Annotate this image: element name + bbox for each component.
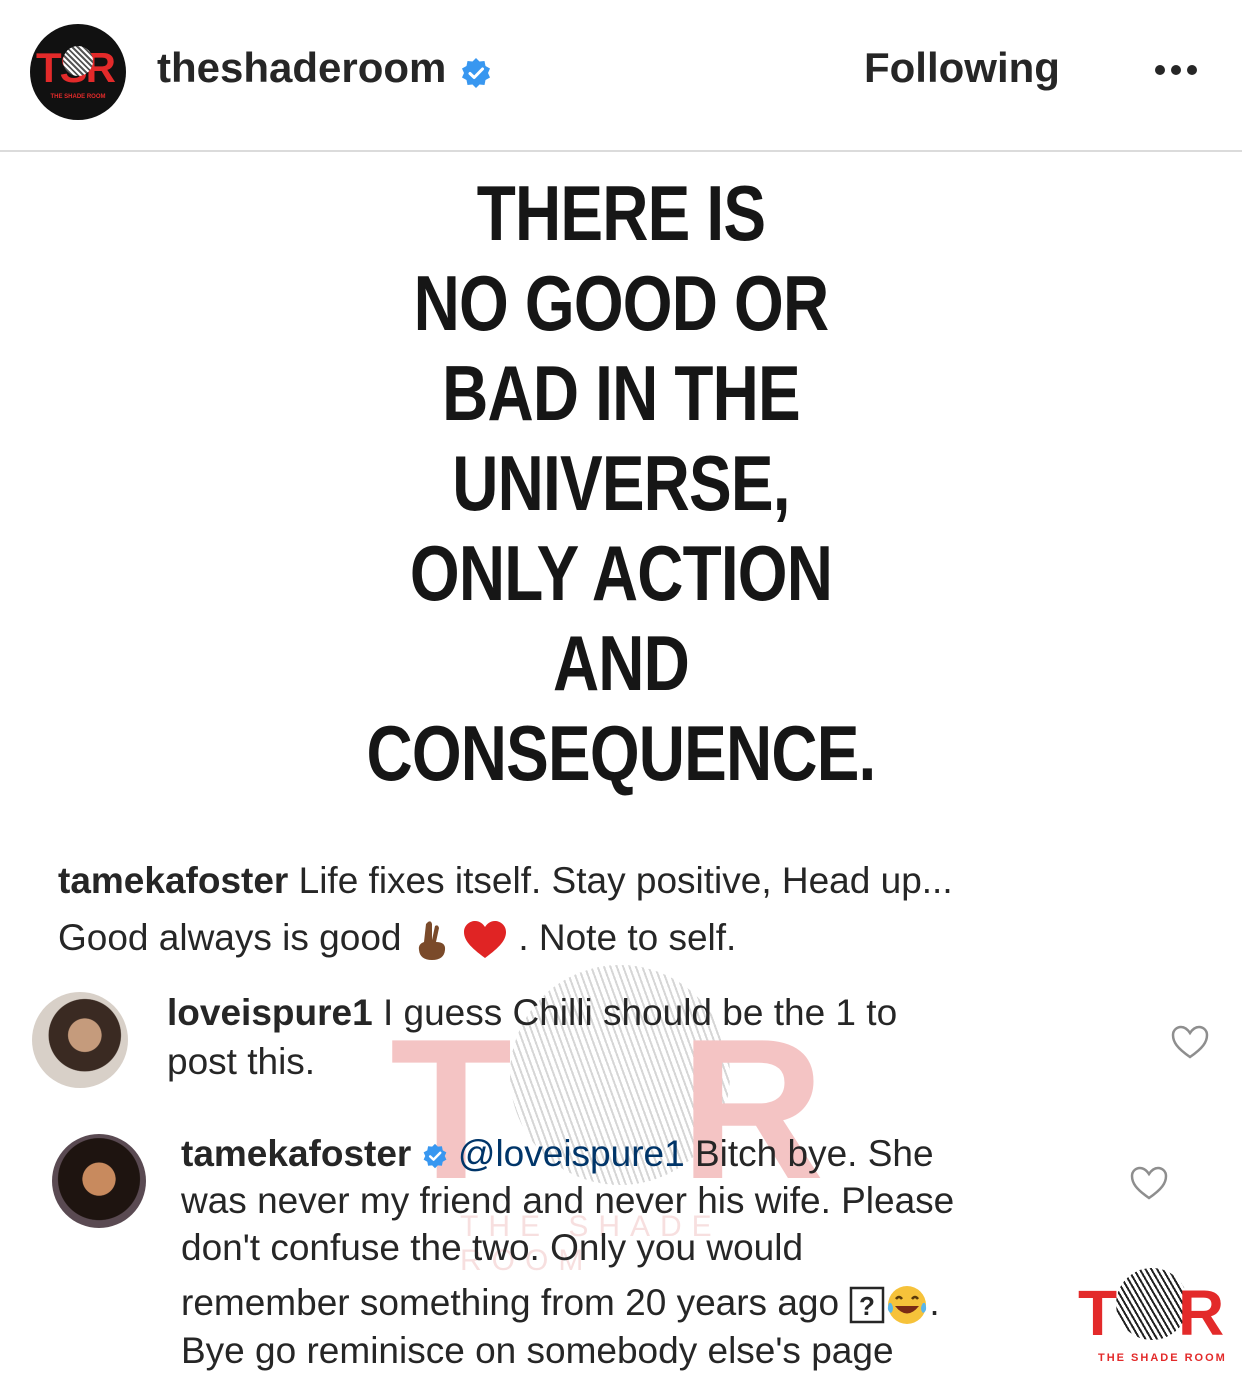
quote-line: ONLY ACTION (409, 529, 833, 617)
comment-line: remember something from 20 years ago (181, 1282, 840, 1323)
caption-text: . Note to self. (518, 917, 737, 958)
comment-author[interactable]: tamekafoster (181, 1133, 411, 1174)
quote-line: THERE IS (476, 169, 766, 257)
comment-avatar[interactable] (32, 992, 128, 1088)
account-username[interactable]: theshaderoom (157, 44, 446, 92)
tsr-logo-tag: THE SHADE ROOM (1098, 1352, 1227, 1364)
heart-icon[interactable] (1170, 1024, 1210, 1060)
comment-text: tamekafoster @loveispure1 Bitch bye. She… (181, 1130, 1081, 1374)
account-avatar[interactable]: TSR THE SHADE ROOM (30, 24, 126, 120)
comment-line: . (929, 1282, 940, 1323)
unknown-glyph-icon: ? (850, 1286, 885, 1324)
caption-text: Life fixes itself. Stay positive, Head u… (298, 860, 953, 901)
quote-line: AND (552, 619, 690, 707)
comment-avatar[interactable] (52, 1134, 146, 1228)
tsr-logo-letter-r: R (1178, 1277, 1225, 1349)
comment-line: Bye go reminisce on somebody else's page (181, 1330, 894, 1372)
comment-line: don't confuse the two. Only you would (181, 1227, 804, 1268)
comment-line: was never my friend and never his wife. … (181, 1180, 955, 1221)
post-quote-image: THERE IS NO GOOD OR BAD IN THE UNIVERSE,… (112, 168, 1130, 798)
comment-author[interactable]: loveispure1 (167, 992, 373, 1033)
svg-text:?: ? (859, 1291, 875, 1321)
comment-text: loveispure1 I guess Chilli should be the… (167, 988, 1127, 1086)
verified-badge-icon (423, 1144, 446, 1169)
quote-line: UNIVERSE, (452, 439, 790, 527)
following-button[interactable]: Following (864, 44, 1060, 92)
post-caption: tamekafoster Life fixes itself. Stay pos… (58, 852, 1178, 966)
heart-icon[interactable] (1129, 1165, 1169, 1201)
quote-line: NO GOOD OR (413, 259, 829, 347)
comment-line: post this. (167, 1041, 316, 1082)
crossed-fingers-emoji (418, 921, 445, 961)
tsr-logo-letter-t: T (1078, 1277, 1118, 1349)
caption-text: Good always is good (58, 917, 402, 958)
tsr-corner-logo: T R THE SHADE ROOM (1078, 1264, 1228, 1368)
comment-mention[interactable]: @loveispure1 (458, 1133, 685, 1174)
verified-badge-icon (462, 58, 490, 88)
quote-line: BAD IN THE (442, 349, 801, 437)
more-options-icon[interactable] (1152, 62, 1200, 78)
post-header: TSR THE SHADE ROOM theshaderoom Followin… (0, 0, 1242, 152)
quote-line: CONSEQUENCE. (366, 709, 876, 797)
red-heart-emoji (464, 921, 507, 959)
avatar-logo-disc (63, 46, 93, 76)
comment-line: Bitch bye. She (694, 1133, 934, 1174)
laughing-tears-emoji (888, 1286, 927, 1325)
avatar-logo-tag: THE SHADE ROOM (50, 94, 106, 100)
comment-line: I guess Chilli should be the 1 to (382, 992, 898, 1033)
caption-author[interactable]: tamekafoster (58, 860, 288, 901)
